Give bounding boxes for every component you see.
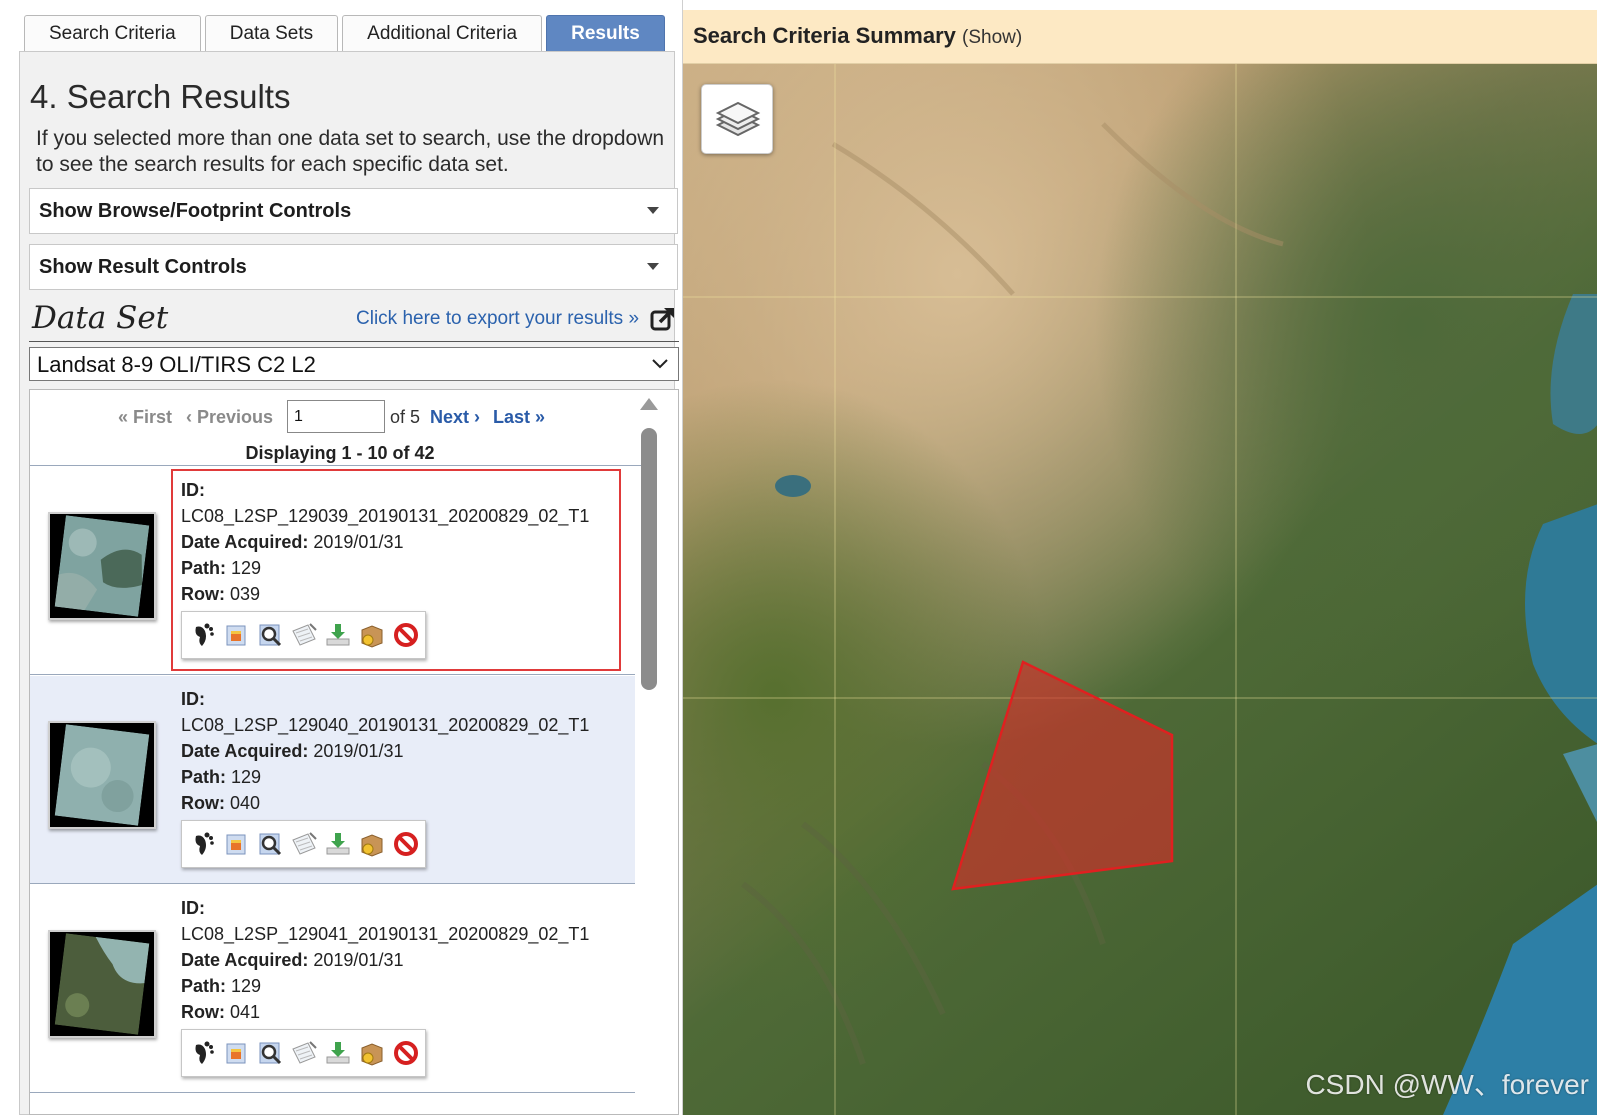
scroll-up-arrow-icon[interactable] bbox=[640, 398, 658, 410]
page-title: 4. Search Results bbox=[30, 78, 291, 115]
chevron-down-icon bbox=[652, 359, 668, 369]
tab-search-criteria[interactable]: Search Criteria bbox=[24, 15, 201, 52]
next-page-link[interactable]: Next › bbox=[430, 407, 480, 428]
data-set-select-value: Landsat 8-9 OLI/TIRS C2 L2 bbox=[37, 352, 316, 377]
data-set-heading: Data Set bbox=[32, 300, 169, 336]
row-value: 041 bbox=[230, 1002, 261, 1022]
compare-icon[interactable] bbox=[290, 1039, 318, 1067]
browse-footprint-controls-label: Show Browse/Footprint Controls bbox=[39, 200, 352, 222]
row-value: 040 bbox=[230, 793, 261, 813]
result-toolbar bbox=[181, 1029, 426, 1077]
order-icon[interactable] bbox=[358, 830, 386, 858]
previous-page-link[interactable]: ‹ Previous bbox=[186, 407, 273, 428]
scene-image bbox=[54, 933, 150, 1035]
row-label: Row: bbox=[181, 793, 225, 813]
tab-bar: Search Criteria Data Sets Additional Cri… bbox=[24, 15, 669, 52]
download-icon[interactable] bbox=[324, 830, 352, 858]
summary-title: Search Criteria Summary (Show) bbox=[693, 23, 1023, 48]
results-list: « First ‹ Previous 1 of 5 Next › Last » … bbox=[29, 389, 679, 1115]
date-acquired: 2019/01/31 bbox=[313, 950, 404, 970]
results-panel: Search Criteria Data Sets Additional Cri… bbox=[0, 0, 690, 1115]
id-label: ID: bbox=[181, 689, 205, 709]
path-value: 129 bbox=[231, 976, 262, 996]
divider bbox=[29, 341, 679, 342]
scroll-thumb[interactable] bbox=[641, 428, 657, 690]
result-row: ID: LC08_L2SP_129041_20190131_20200829_0… bbox=[30, 885, 635, 1093]
search-criteria-summary-bar[interactable]: Search Criteria Summary (Show) bbox=[683, 10, 1597, 64]
result-metadata: ID: LC08_L2SP_129041_20190131_20200829_0… bbox=[181, 895, 589, 1025]
path-value: 129 bbox=[231, 767, 262, 787]
pagination: « First ‹ Previous 1 of 5 Next › Last » … bbox=[30, 390, 650, 466]
result-controls-label: Show Result Controls bbox=[39, 256, 247, 278]
data-set-select[interactable]: Landsat 8-9 OLI/TIRS C2 L2 bbox=[29, 347, 679, 381]
scene-image bbox=[54, 724, 150, 826]
page-number-input[interactable]: 1 bbox=[287, 400, 385, 433]
result-controls-toggle[interactable]: Show Result Controls bbox=[29, 244, 678, 290]
id-label: ID: bbox=[181, 898, 205, 918]
map-panel: Search Criteria Summary (Show) CSDN @WW、… bbox=[682, 0, 1597, 1115]
path-label: Path: bbox=[181, 976, 226, 996]
browse-footprint-controls-toggle[interactable]: Show Browse/Footprint Controls bbox=[29, 188, 678, 234]
compare-icon[interactable] bbox=[290, 830, 318, 858]
overlay-icon[interactable] bbox=[222, 830, 250, 858]
date-acquired: 2019/01/31 bbox=[313, 741, 404, 761]
tab-additional-criteria[interactable]: Additional Criteria bbox=[342, 15, 543, 52]
scene-image bbox=[54, 515, 150, 617]
layers-icon bbox=[715, 101, 761, 137]
result-toolbar bbox=[181, 820, 426, 868]
caret-down-icon bbox=[647, 207, 659, 214]
summary-show-toggle[interactable]: (Show) bbox=[962, 27, 1022, 48]
row-label: Row: bbox=[181, 1002, 225, 1022]
entity-id: LC08_L2SP_129040_20190131_20200829_02_T1 bbox=[181, 715, 590, 735]
external-export-icon[interactable] bbox=[650, 306, 676, 332]
footprint-icon[interactable] bbox=[188, 830, 216, 858]
order-icon[interactable] bbox=[358, 1039, 386, 1067]
export-results-link[interactable]: Click here to export your results » bbox=[356, 308, 639, 330]
download-icon[interactable] bbox=[324, 1039, 352, 1067]
first-page-link[interactable]: « First bbox=[118, 407, 172, 428]
browse-thumbnail[interactable] bbox=[48, 930, 156, 1038]
exclude-icon[interactable] bbox=[392, 1039, 420, 1067]
watermark: CSDN @WW、forever bbox=[1305, 1069, 1589, 1100]
browse-thumbnail[interactable] bbox=[48, 721, 156, 829]
results-scrollbar[interactable] bbox=[640, 398, 658, 1108]
caret-down-icon bbox=[647, 263, 659, 270]
last-page-link[interactable]: Last » bbox=[493, 407, 545, 428]
date-label: Date Acquired: bbox=[181, 950, 309, 970]
tab-results[interactable]: Results bbox=[546, 15, 665, 52]
tab-data-sets[interactable]: Data Sets bbox=[204, 15, 339, 52]
exclude-icon[interactable] bbox=[392, 830, 420, 858]
footprint-icon[interactable] bbox=[188, 1039, 216, 1067]
layers-button[interactable] bbox=[701, 84, 773, 154]
metadata-icon[interactable] bbox=[256, 830, 284, 858]
satellite-map[interactable] bbox=[683, 64, 1597, 1115]
date-label: Date Acquired: bbox=[181, 741, 309, 761]
intro-text: If you selected more than one data set t… bbox=[36, 127, 665, 176]
highlight-box bbox=[171, 469, 621, 671]
path-label: Path: bbox=[181, 767, 226, 787]
browse-thumbnail[interactable] bbox=[48, 512, 156, 620]
metadata-icon[interactable] bbox=[256, 1039, 284, 1067]
displaying-count: Displaying 1 - 10 of 42 bbox=[245, 443, 435, 463]
page-count: of 5 bbox=[390, 407, 421, 427]
entity-id: LC08_L2SP_129041_20190131_20200829_02_T1 bbox=[181, 924, 590, 944]
overlay-icon[interactable] bbox=[222, 1039, 250, 1067]
result-metadata: ID: LC08_L2SP_129040_20190131_20200829_0… bbox=[181, 686, 589, 816]
result-row: ID: LC08_L2SP_129040_20190131_20200829_0… bbox=[30, 676, 635, 884]
